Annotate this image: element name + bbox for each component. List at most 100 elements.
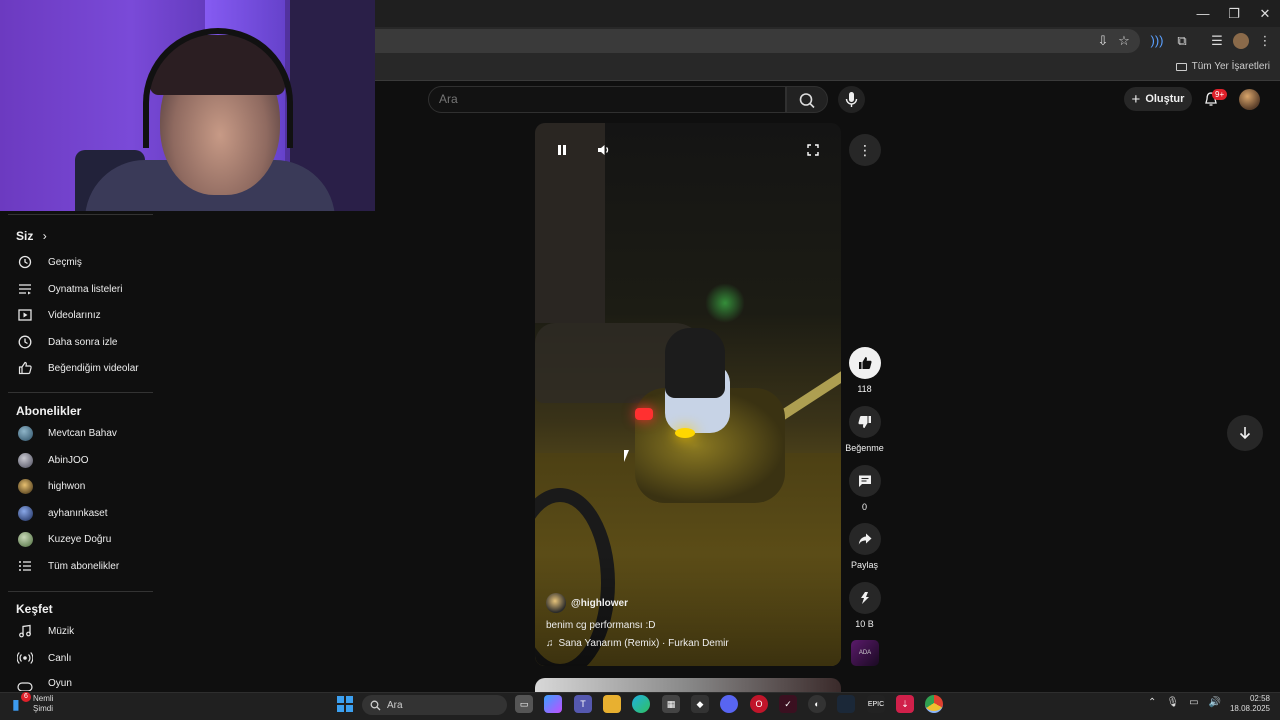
discord-icon[interactable] bbox=[720, 695, 738, 713]
sidebar-item-live[interactable]: Canlı bbox=[0, 645, 153, 671]
minimize-icon[interactable]: — bbox=[1188, 4, 1218, 24]
sidebar-subscription-item[interactable]: ayhanınkaset bbox=[0, 500, 153, 526]
sound-thumbnail[interactable]: ADA bbox=[851, 640, 879, 666]
webcam-overlay bbox=[0, 0, 375, 211]
dislike-button[interactable] bbox=[848, 406, 881, 438]
remix-count: 10 B bbox=[855, 619, 874, 629]
sidebar-item-label: Geçmiş bbox=[48, 256, 82, 268]
comment-icon bbox=[858, 475, 871, 487]
watch-later-icon bbox=[17, 334, 33, 350]
taskbar-search[interactable]: Ara bbox=[362, 695, 507, 715]
sidebar-item-label: Müzik bbox=[48, 625, 75, 637]
more-options-button[interactable]: ⋮ bbox=[849, 134, 881, 166]
bookmarks-bar bbox=[375, 55, 1280, 81]
subscription-label: AbinJOO bbox=[48, 454, 89, 466]
sidebar-you-heading[interactable]: Siz › bbox=[16, 229, 47, 243]
opera-icon[interactable]: O bbox=[750, 695, 768, 713]
app-icon[interactable]: ◆ bbox=[691, 695, 709, 713]
start-button[interactable] bbox=[337, 696, 353, 712]
maximize-icon[interactable]: ❐ bbox=[1219, 4, 1249, 24]
list-icon bbox=[17, 558, 33, 574]
chrome-icon[interactable] bbox=[925, 695, 943, 713]
all-bookmarks-label: Tüm Yer İşaretleri bbox=[1191, 61, 1270, 72]
sidebar-item-your-videos[interactable]: Videolarınız bbox=[0, 302, 153, 328]
remix-action: 10 B bbox=[848, 582, 881, 629]
next-video-button[interactable] bbox=[1227, 415, 1263, 451]
sidebar-item-history[interactable]: Geçmiş bbox=[0, 249, 153, 275]
media-control-icon[interactable]: ☰ bbox=[1209, 33, 1225, 49]
pause-icon bbox=[558, 145, 566, 155]
volume-icon[interactable]: 🔊 bbox=[1209, 697, 1221, 708]
author-handle[interactable]: @highlower bbox=[571, 598, 628, 609]
short-music-link[interactable]: ♫ Sana Yanarım (Remix) · Furkan Demir bbox=[546, 638, 729, 649]
browser-menu-icon[interactable]: ⋮ bbox=[1257, 33, 1273, 49]
extensions-icon[interactable]: ⧉ bbox=[1174, 33, 1190, 49]
taskbar-clock[interactable]: 02:58 18.08.2025 bbox=[1228, 694, 1270, 714]
taskbar-weather-widget[interactable]: ▮ 6 Nemli Şimdi bbox=[12, 692, 53, 714]
address-bar[interactable] bbox=[375, 29, 1140, 53]
epic-games-icon[interactable]: EPIC bbox=[867, 695, 885, 713]
sidebar-subscription-item[interactable]: AbinJOO bbox=[0, 447, 153, 473]
fullscreen-button[interactable] bbox=[802, 139, 824, 161]
sidebar-item-all-subscriptions[interactable]: Tüm abonelikler bbox=[0, 553, 153, 579]
comment-count: 0 bbox=[861, 502, 867, 512]
volume-button[interactable] bbox=[593, 139, 615, 161]
clock-date: 18.08.2025 bbox=[1229, 704, 1270, 713]
sidebar-item-label: Tüm abonelikler bbox=[48, 560, 120, 572]
display-icon[interactable]: ▭ bbox=[1189, 697, 1198, 708]
video-scene bbox=[675, 428, 695, 438]
sidebar-item-watch-later[interactable]: Daha sonra izle bbox=[0, 329, 153, 355]
file-explorer-icon[interactable] bbox=[603, 695, 621, 713]
windows-logo-icon bbox=[337, 696, 344, 703]
edge-icon[interactable] bbox=[632, 695, 650, 713]
search-box[interactable] bbox=[428, 86, 786, 113]
sidebar-item-music[interactable]: Müzik bbox=[0, 618, 153, 644]
system-tray: ⌃ 🎙 ▭ 🔊 bbox=[1148, 697, 1221, 708]
install-app-icon[interactable]: ⇩ bbox=[1095, 33, 1111, 49]
app-icon[interactable]: ✓ bbox=[779, 695, 797, 713]
video-scene bbox=[635, 408, 653, 420]
bookmark-star-icon[interactable]: ☆ bbox=[1116, 33, 1132, 49]
windows-logo-icon bbox=[337, 705, 344, 712]
next-short-preview[interactable] bbox=[535, 678, 841, 692]
like-button[interactable] bbox=[848, 347, 881, 379]
sidebar-item-liked-videos[interactable]: Beğendiğim videolar bbox=[0, 355, 153, 381]
thumbs-down-icon bbox=[857, 416, 871, 428]
close-icon[interactable]: ✕ bbox=[1250, 4, 1280, 24]
task-view-icon[interactable]: ▭ bbox=[515, 695, 533, 713]
search-button[interactable] bbox=[786, 86, 828, 113]
extension-audio-icon[interactable]: ))) bbox=[1149, 33, 1165, 49]
all-bookmarks-button[interactable]: Tüm Yer İşaretleri bbox=[1175, 61, 1270, 72]
channel-avatar bbox=[17, 478, 33, 494]
share-button[interactable] bbox=[848, 523, 881, 555]
create-label: Oluştur bbox=[1145, 93, 1185, 105]
voice-search-button[interactable] bbox=[838, 86, 865, 113]
sidebar-item-gaming[interactable]: Oyun bbox=[0, 671, 153, 691]
create-button[interactable]: + Oluştur bbox=[1124, 87, 1192, 111]
weather-icon: ▮ 6 bbox=[12, 692, 31, 712]
app-icon[interactable]: ⇣ bbox=[896, 695, 914, 713]
comments-button[interactable] bbox=[848, 465, 881, 497]
pause-button[interactable] bbox=[551, 139, 573, 161]
teams-icon[interactable]: T bbox=[574, 695, 592, 713]
app-icon[interactable]: ◐ bbox=[808, 695, 826, 713]
short-author[interactable]: @highlower bbox=[546, 593, 628, 613]
shorts-video-player[interactable]: @highlower benim cg performansı :D ♫ San… bbox=[535, 123, 841, 666]
sidebar-item-playlists[interactable]: Oynatma listeleri bbox=[0, 276, 153, 302]
steam-icon[interactable] bbox=[837, 695, 855, 713]
search-input[interactable] bbox=[439, 92, 769, 106]
tray-overflow-icon[interactable]: ⌃ bbox=[1148, 697, 1156, 708]
account-avatar[interactable] bbox=[1239, 89, 1260, 110]
subscription-label: ayhanınkaset bbox=[48, 507, 108, 519]
author-avatar[interactable] bbox=[546, 593, 566, 613]
remix-button[interactable] bbox=[848, 582, 881, 614]
store-icon[interactable]: ▦ bbox=[662, 695, 680, 713]
profile-icon[interactable] bbox=[1233, 33, 1249, 49]
sidebar-subscription-item[interactable]: Mevtcan Bahav bbox=[0, 420, 153, 446]
microphone-icon[interactable]: 🎙 bbox=[1166, 697, 1179, 708]
sidebar-item-label: Oynatma listeleri bbox=[48, 283, 123, 295]
copilot-icon[interactable] bbox=[544, 695, 562, 713]
sidebar-subscription-item[interactable]: highwon bbox=[0, 473, 153, 499]
sidebar-subscription-item[interactable]: Kuzeye Doğru bbox=[0, 526, 153, 552]
subscription-label: Mevtcan Bahav bbox=[48, 427, 117, 439]
